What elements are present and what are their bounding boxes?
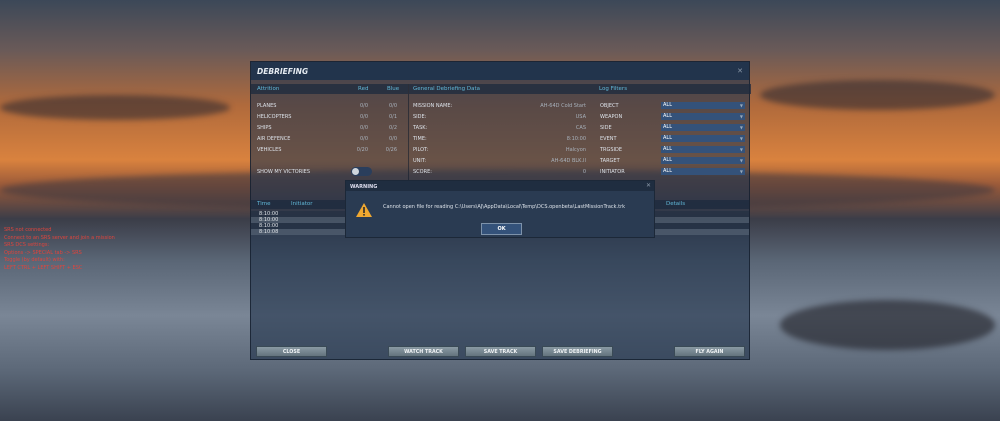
filter-dropdown[interactable]: ALL ▼ (661, 146, 745, 153)
cloud (760, 80, 995, 110)
filters-title: Log Filters (599, 86, 628, 92)
filter-label: TARGET (600, 158, 620, 164)
blue-value: 0/2 (388, 125, 397, 131)
srs-line: SRS not connected (4, 227, 52, 233)
srs-line: SRS DCS settings: (4, 242, 50, 249)
warning-title: WARNING (346, 181, 654, 191)
filter-value: ALL (663, 157, 672, 163)
show-victories-toggle[interactable] (351, 167, 372, 176)
filter-label: EVENT (600, 136, 617, 142)
general-label: TASK: (413, 125, 428, 131)
general-label: UNIT: (413, 158, 427, 164)
filter-dropdown[interactable]: ALL ▼ (661, 102, 745, 109)
srs-line: LEFT CTRL + LEFT SHIFT + ESC (4, 264, 83, 271)
blue-value: 0/0 (388, 136, 397, 142)
filter-dropdown[interactable]: ALL ▼ (661, 113, 745, 120)
general-label: SCORE: (413, 169, 432, 175)
attrition-label: AIR DEFENCE (257, 136, 291, 142)
filter-value: ALL (663, 146, 672, 152)
filter-dropdown[interactable]: ALL ▼ (661, 124, 745, 131)
close-icon[interactable]: ✕ (737, 67, 743, 75)
show-victories-label: SHOW MY VICTORIES (257, 169, 311, 175)
red-value: 0/0 (359, 114, 368, 120)
general-label: TIME: (413, 136, 427, 142)
close-button[interactable]: CLOSE (256, 346, 327, 357)
time-column[interactable]: Time (257, 201, 270, 207)
filter-value: ALL (663, 124, 672, 130)
srs-line: Connect to an SRS server and join a miss… (4, 234, 115, 241)
filter-value: ALL (663, 113, 672, 119)
attrition-label: VEHICLES (257, 147, 282, 153)
general-value: 0 (582, 169, 586, 175)
red-value: 0/0 (359, 136, 368, 142)
general-value: USA (575, 114, 586, 120)
initiator-column[interactable]: Initiator (291, 201, 312, 207)
chevron-down-icon: ▼ (739, 158, 743, 163)
red-column: Red (358, 86, 369, 92)
log-time: 8:10:08 (259, 229, 279, 235)
blue-value: 0/1 (388, 114, 397, 120)
general-header: General Debriefing Data Log Filters (409, 84, 751, 94)
toggle-knob (352, 168, 359, 175)
filter-value: ALL (663, 168, 672, 174)
filter-value: ALL (663, 102, 672, 108)
cloud (0, 95, 230, 120)
attrition-title: Attrition (257, 86, 280, 92)
general-title: General Debriefing Data (413, 86, 481, 92)
filter-label: SIDE (600, 125, 612, 131)
blue-value: 0/26 (385, 147, 397, 153)
red-value: 0/20 (356, 147, 368, 153)
chevron-down-icon: ▼ (739, 114, 743, 119)
srs-line: Options -> SPECIAL tab -> SRS (4, 249, 82, 256)
close-icon[interactable]: ✕ (646, 182, 651, 189)
chevron-down-icon: ▼ (739, 103, 743, 108)
general-value: CAS (575, 125, 586, 131)
save-track-button[interactable]: SAVE TRACK (465, 346, 536, 357)
warning-message: Cannot open file for reading C:\Users\AJ… (383, 204, 626, 210)
attrition-header: Attrition Red Blue (251, 84, 408, 94)
attrition-label: PLANES (257, 103, 277, 109)
filter-label: INITIATOR (600, 169, 625, 175)
red-value: 0/0 (359, 125, 368, 131)
chevron-down-icon: ▼ (739, 125, 743, 130)
general-label: SIDE: (413, 114, 427, 120)
srs-overlay: SRS not connected Connect to an SRS serv… (4, 227, 115, 273)
watch-track-button[interactable]: WATCH TRACK (388, 346, 459, 357)
general-label: PILOT: (413, 147, 429, 153)
save-debriefing-button[interactable]: SAVE DEBRIEFING (542, 346, 613, 357)
filter-value: ALL (663, 135, 672, 141)
general-value: 8:10:00 (566, 136, 586, 142)
srs-line: Toggle (by default) with: (4, 257, 65, 264)
filter-label: WEAPON (600, 114, 623, 120)
blue-column: Blue (387, 86, 400, 92)
divider (408, 84, 409, 194)
red-value: 0/0 (359, 103, 368, 109)
general-value: AH-64D BLK.II (551, 158, 586, 164)
filter-label: OBJECT (600, 103, 619, 109)
chevron-down-icon: ▼ (739, 147, 743, 152)
filter-dropdown[interactable]: ALL ▼ (661, 157, 745, 164)
general-value: Halcyon (565, 147, 586, 153)
chevron-down-icon: ▼ (739, 169, 743, 174)
details-column[interactable]: Details (666, 201, 685, 207)
attrition-label: SHIPS (257, 125, 272, 131)
warning-icon (356, 203, 372, 217)
ok-button[interactable]: OK (481, 223, 522, 235)
general-value: AH-64D Cold Start (540, 103, 586, 109)
general-label: MISSION NAME: (413, 103, 453, 109)
warning-dialog: WARNING ✕ Cannot open file for reading C… (345, 180, 655, 238)
filter-dropdown[interactable]: ALL ▼ (661, 168, 745, 175)
window-title: DEBRIEFING (251, 62, 749, 80)
cloud (780, 300, 995, 350)
attrition-label: HELICOPTERS (257, 114, 292, 120)
blue-value: 0/0 (388, 103, 397, 109)
filter-dropdown[interactable]: ALL ▼ (661, 135, 745, 142)
chevron-down-icon: ▼ (739, 136, 743, 141)
fly-again-button[interactable]: FLY AGAIN (674, 346, 745, 357)
filter-label: TRGSIDE (600, 147, 623, 153)
